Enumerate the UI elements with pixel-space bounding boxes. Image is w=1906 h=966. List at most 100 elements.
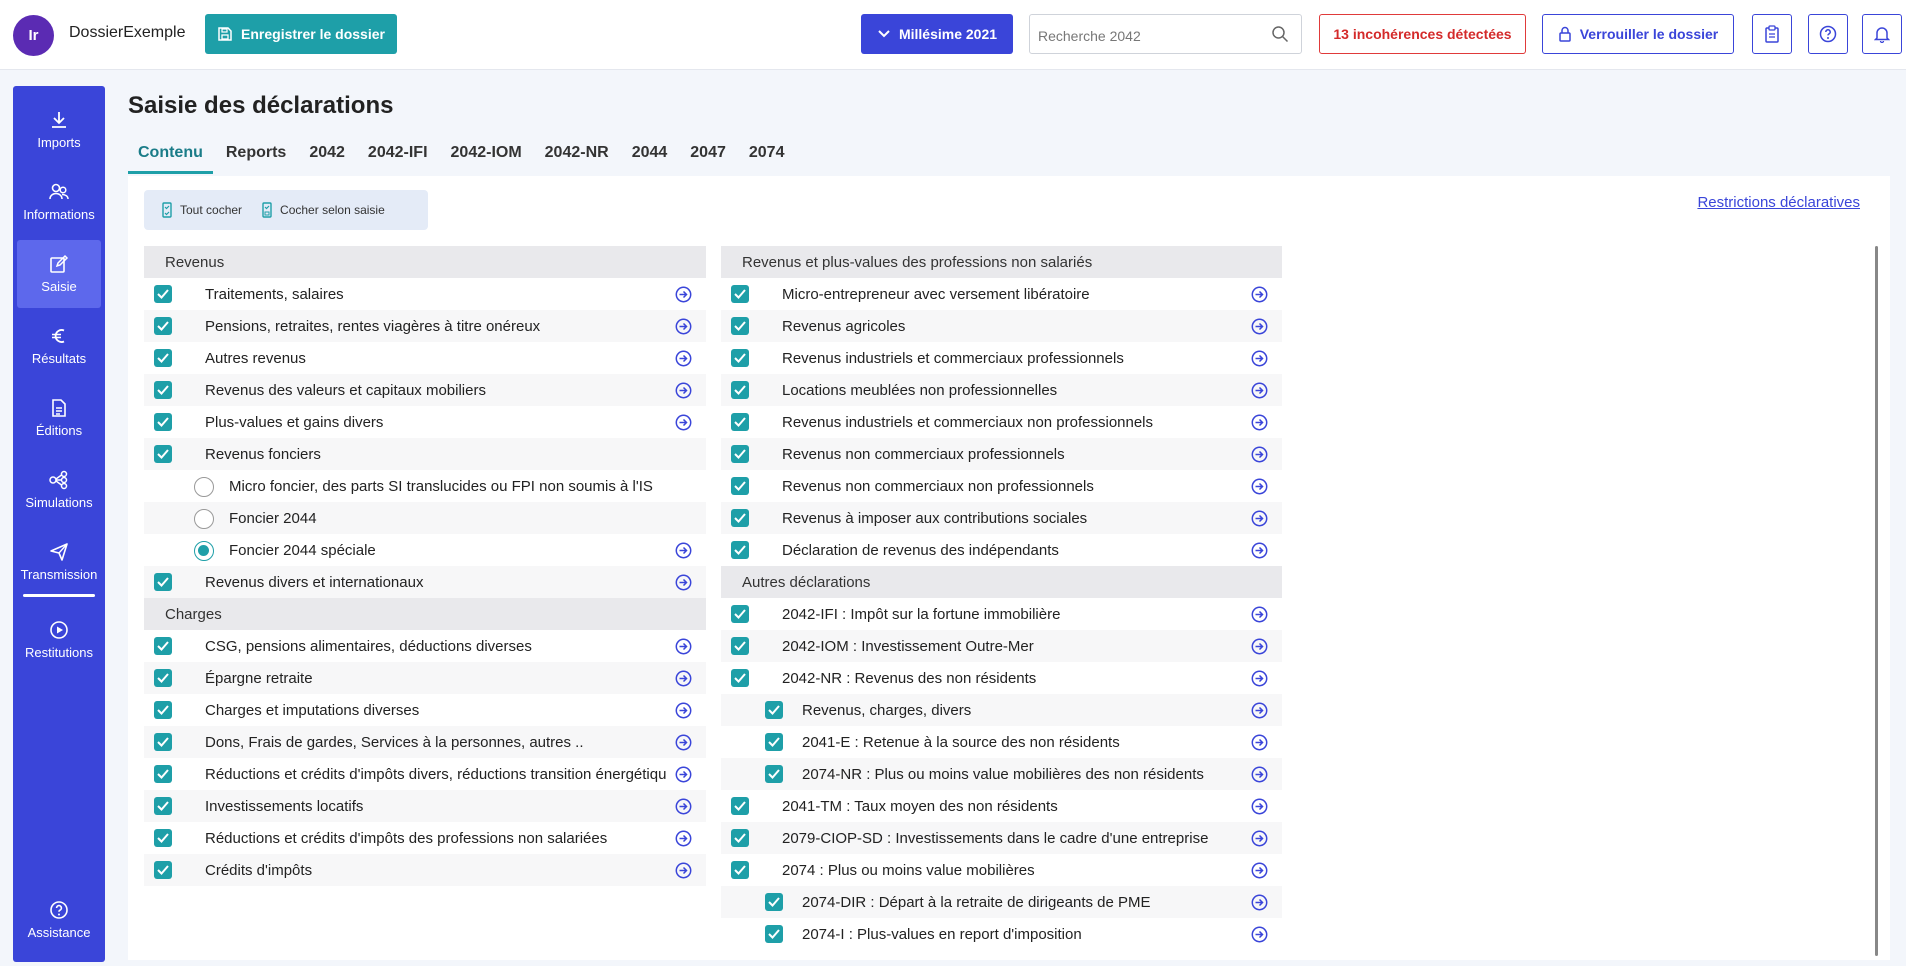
restrictions-link[interactable]: Restrictions déclaratives (1697, 194, 1860, 211)
checkbox-checked[interactable] (154, 381, 172, 399)
year-selector-button[interactable]: Millésime 2021 (861, 14, 1013, 54)
notifications-button[interactable] (1862, 14, 1902, 54)
arrow-right-circle-icon[interactable] (1251, 894, 1268, 911)
lock-dossier-button[interactable]: Verrouiller le dossier (1542, 14, 1734, 54)
checkbox-checked[interactable] (731, 477, 749, 495)
arrow-right-circle-icon[interactable] (675, 766, 692, 783)
checkbox-checked[interactable] (731, 669, 749, 687)
arrow-right-circle-icon[interactable] (675, 350, 692, 367)
arrow-right-circle-icon[interactable] (1251, 318, 1268, 335)
checkbox-checked[interactable] (731, 829, 749, 847)
search-input[interactable] (1038, 25, 1263, 47)
checkbox-checked[interactable] (154, 797, 172, 815)
search-icon[interactable] (1271, 25, 1289, 43)
sidebar-item-informations[interactable]: Informations (17, 168, 101, 236)
arrow-right-circle-icon[interactable] (675, 414, 692, 431)
arrow-right-circle-icon[interactable] (675, 702, 692, 719)
checkbox-checked[interactable] (731, 413, 749, 431)
arrow-right-circle-icon[interactable] (1251, 606, 1268, 623)
tab-2042-nr[interactable]: 2042-NR (535, 142, 619, 174)
radio-selected[interactable] (194, 541, 214, 561)
check-by-input-button[interactable]: Cocher selon saisie (262, 202, 385, 218)
checkbox-checked[interactable] (154, 285, 172, 303)
sidebar-item-saisie[interactable]: Saisie (17, 240, 101, 308)
checkbox-checked[interactable] (731, 509, 749, 527)
arrow-right-circle-icon[interactable] (675, 286, 692, 303)
arrow-right-circle-icon[interactable] (1251, 446, 1268, 463)
tab-2044[interactable]: 2044 (622, 142, 678, 174)
arrow-right-circle-icon[interactable] (1251, 702, 1268, 719)
tab-contenu[interactable]: Contenu (128, 142, 213, 174)
checkbox-checked[interactable] (731, 797, 749, 815)
checkbox-checked[interactable] (154, 637, 172, 655)
arrow-right-circle-icon[interactable] (675, 542, 692, 559)
checkbox-checked[interactable] (154, 413, 172, 431)
sidebar-item-transmission[interactable]: Transmission (17, 528, 101, 596)
checkbox-checked[interactable] (731, 285, 749, 303)
checkbox-checked[interactable] (154, 669, 172, 687)
arrow-right-circle-icon[interactable] (1251, 670, 1268, 687)
clipboard-button[interactable] (1752, 14, 1792, 54)
checkbox-checked[interactable] (154, 573, 172, 591)
tab-2074[interactable]: 2074 (739, 142, 795, 174)
arrow-right-circle-icon[interactable] (675, 830, 692, 847)
arrow-right-circle-icon[interactable] (1251, 350, 1268, 367)
arrow-right-circle-icon[interactable] (1251, 638, 1268, 655)
arrow-right-circle-icon[interactable] (1251, 766, 1268, 783)
checkbox-checked[interactable] (731, 381, 749, 399)
sidebar-item-assistance[interactable]: Assistance (17, 886, 101, 954)
checkbox-checked[interactable] (731, 349, 749, 367)
arrow-right-circle-icon[interactable] (1251, 926, 1268, 943)
arrow-right-circle-icon[interactable] (675, 734, 692, 751)
checkbox-checked[interactable] (154, 861, 172, 879)
checkbox-checked[interactable] (731, 861, 749, 879)
arrow-right-circle-icon[interactable] (1251, 382, 1268, 399)
tab-2042-ifi[interactable]: 2042-IFI (358, 142, 438, 174)
arrow-right-circle-icon[interactable] (1251, 798, 1268, 815)
sidebar-item-editions[interactable]: Éditions (17, 384, 101, 452)
checkbox-checked[interactable] (731, 605, 749, 623)
checkbox-checked[interactable] (765, 765, 783, 783)
arrow-right-circle-icon[interactable] (675, 798, 692, 815)
check-all-button[interactable]: Tout cocher (162, 202, 242, 218)
arrow-right-circle-icon[interactable] (1251, 830, 1268, 847)
incoherences-button[interactable]: 13 incohérences détectées (1319, 14, 1526, 54)
arrow-right-circle-icon[interactable] (675, 670, 692, 687)
checkbox-checked[interactable] (731, 637, 749, 655)
arrow-right-circle-icon[interactable] (675, 382, 692, 399)
checkbox-checked[interactable] (731, 317, 749, 335)
sidebar-item-simulations[interactable]: Simulations (17, 456, 101, 524)
checkbox-checked[interactable] (765, 733, 783, 751)
checkbox-checked[interactable] (765, 925, 783, 943)
checkbox-checked[interactable] (731, 445, 749, 463)
checkbox-checked[interactable] (154, 445, 172, 463)
checkbox-checked[interactable] (154, 349, 172, 367)
arrow-right-circle-icon[interactable] (1251, 542, 1268, 559)
checkbox-checked[interactable] (154, 317, 172, 335)
tab-reports[interactable]: Reports (216, 142, 296, 174)
checkbox-checked[interactable] (731, 541, 749, 559)
tab-2042-iom[interactable]: 2042-IOM (441, 142, 532, 174)
arrow-right-circle-icon[interactable] (1251, 734, 1268, 751)
arrow-right-circle-icon[interactable] (1251, 414, 1268, 431)
arrow-right-circle-icon[interactable] (1251, 510, 1268, 527)
checkbox-checked[interactable] (765, 893, 783, 911)
scrollbar[interactable] (1875, 246, 1878, 956)
arrow-right-circle-icon[interactable] (1251, 478, 1268, 495)
save-dossier-button[interactable]: Enregistrer le dossier (205, 14, 397, 54)
arrow-right-circle-icon[interactable] (1251, 286, 1268, 303)
arrow-right-circle-icon[interactable] (675, 638, 692, 655)
radio-unselected[interactable] (194, 477, 214, 497)
arrow-right-circle-icon[interactable] (675, 318, 692, 335)
sidebar-item-restitutions[interactable]: Restitutions (17, 606, 101, 674)
arrow-right-circle-icon[interactable] (1251, 862, 1268, 879)
checkbox-checked[interactable] (154, 829, 172, 847)
tab-2042[interactable]: 2042 (299, 142, 355, 174)
checkbox-checked[interactable] (765, 701, 783, 719)
arrow-right-circle-icon[interactable] (675, 862, 692, 879)
sidebar-item-resultats[interactable]: Résultats (17, 312, 101, 380)
radio-unselected[interactable] (194, 509, 214, 529)
checkbox-checked[interactable] (154, 733, 172, 751)
help-button[interactable] (1808, 14, 1848, 54)
tab-2047[interactable]: 2047 (680, 142, 736, 174)
